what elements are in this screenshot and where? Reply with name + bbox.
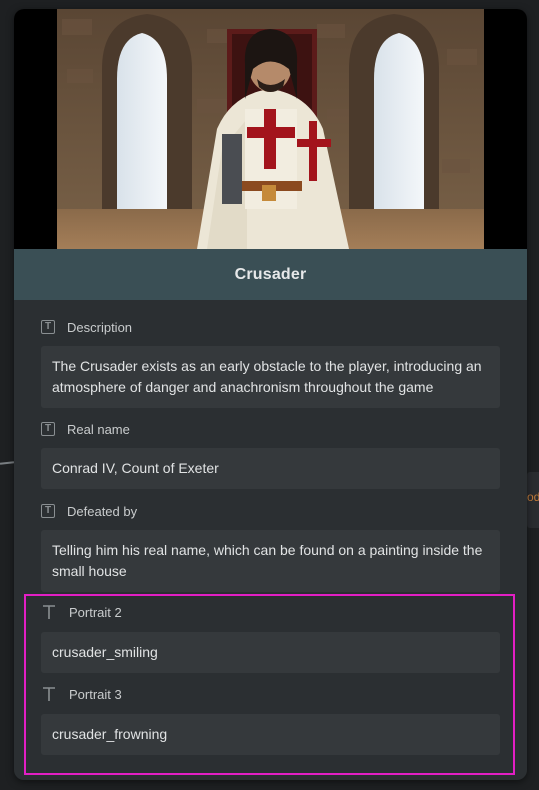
- description-label: Description: [67, 319, 133, 335]
- defeated-by-value: Telling him his real name, which can be …: [52, 542, 483, 579]
- portrait-2-label: Portrait 2: [69, 604, 122, 620]
- real-name-field[interactable]: Conrad IV, Count of Exeter: [41, 448, 500, 489]
- defeated-by-label-row: T Defeated by: [41, 502, 137, 520]
- text-field-icon: T: [41, 504, 55, 518]
- real-name-label: Real name: [67, 421, 130, 437]
- description-field[interactable]: The Crusader exists as an early obstacle…: [41, 346, 500, 408]
- text-field-icon: T: [41, 422, 55, 436]
- portrait-2-field[interactable]: crusader_smiling: [41, 632, 500, 673]
- text-field-icon: T: [41, 320, 55, 334]
- real-name-value: Conrad IV, Count of Exeter: [52, 460, 219, 476]
- portrait-3-value: crusader_frowning: [52, 726, 168, 742]
- defeated-by-field[interactable]: Telling him his real name, which can be …: [41, 530, 500, 592]
- portrait-2-value: crusader_smiling: [52, 644, 158, 660]
- defeated-by-label: Defeated by: [67, 503, 138, 519]
- node-title: Crusader: [234, 265, 307, 283]
- adjacent-node-text: od: [527, 490, 539, 504]
- description-label-row: T Description: [41, 318, 132, 336]
- real-name-label-row: T Real name: [41, 420, 130, 438]
- text-field-icon: [41, 686, 57, 702]
- crusader-portrait-image: [57, 9, 484, 249]
- portrait-3-field[interactable]: crusader_frowning: [41, 714, 500, 755]
- character-node-card[interactable]: Crusader T Description The Crusader exis…: [14, 9, 527, 780]
- node-title-bar[interactable]: Crusader: [14, 249, 527, 300]
- portrait-image-frame: [14, 9, 527, 249]
- adjacent-node-fragment[interactable]: od: [527, 472, 539, 528]
- portrait-3-label: Portrait 3: [69, 686, 122, 702]
- portrait-2-label-row: Portrait 2: [41, 603, 122, 621]
- node-connection-edge: [0, 461, 15, 465]
- description-value: The Crusader exists as an early obstacle…: [52, 358, 482, 395]
- text-field-icon: [41, 604, 57, 620]
- portrait-3-label-row: Portrait 3: [41, 685, 122, 703]
